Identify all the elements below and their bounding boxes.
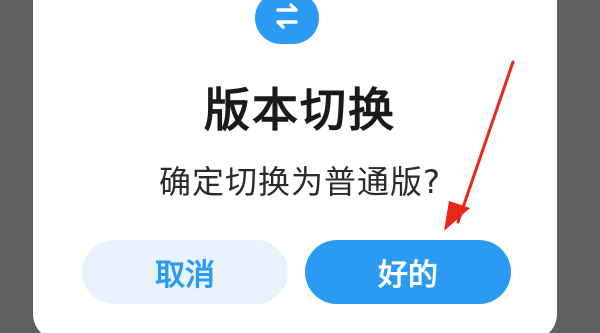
switch-arrows-icon xyxy=(255,0,319,44)
dialog-message: 确定切换为普通版? xyxy=(159,163,441,201)
dialog-title: 版本切换 xyxy=(204,83,396,137)
cancel-button[interactable]: 取消 xyxy=(82,240,288,304)
ok-button[interactable]: 好的 xyxy=(305,240,511,304)
screen: 版本切换 确定切换为普通版? 取消 好的 xyxy=(0,0,600,333)
